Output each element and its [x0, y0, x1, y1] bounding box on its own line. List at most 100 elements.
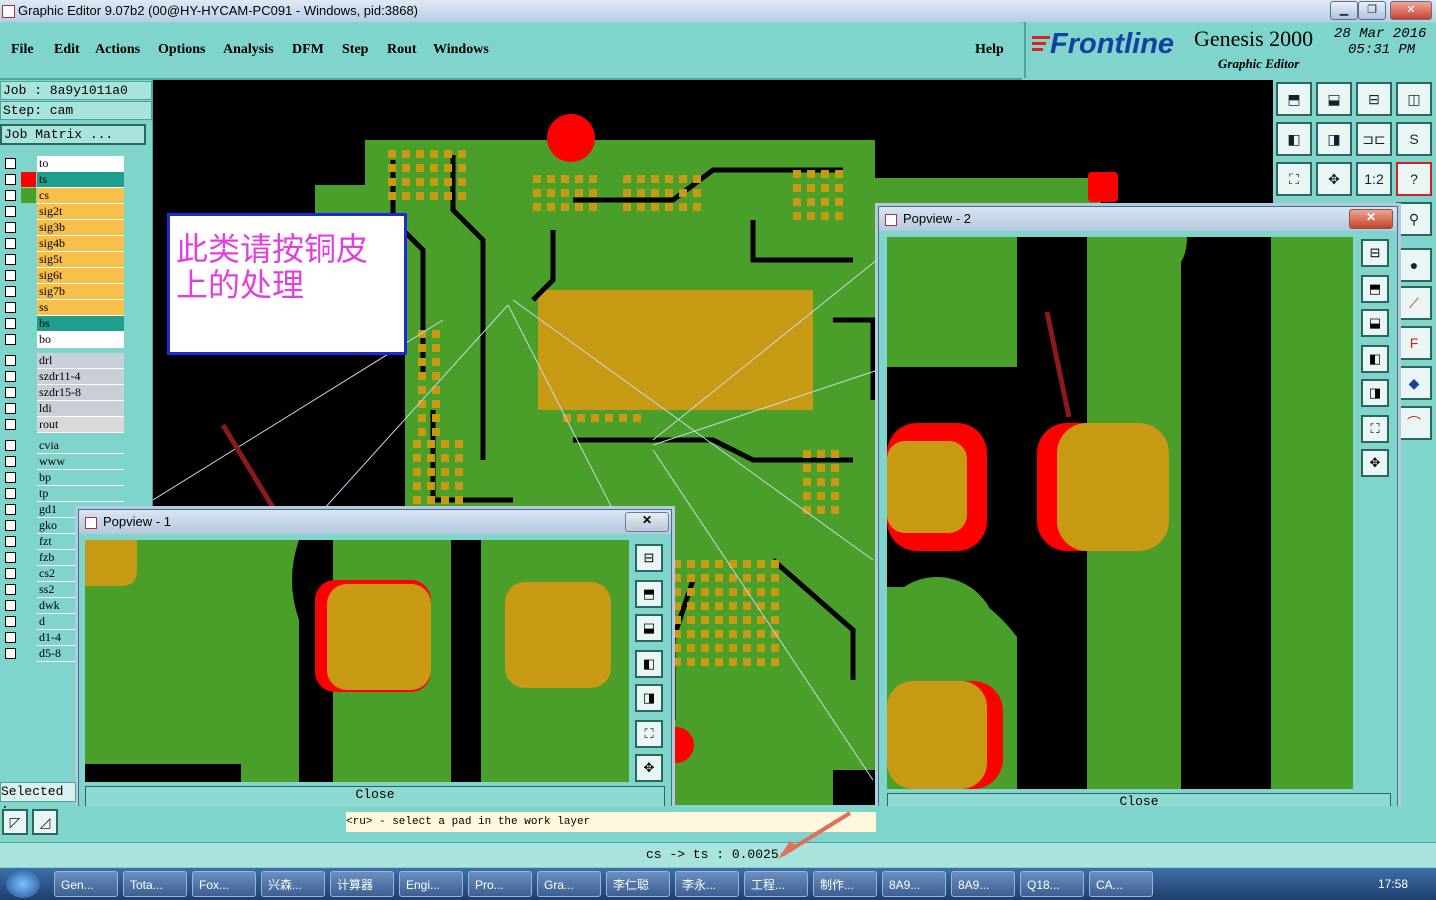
taskbar-item[interactable]: 8A9...	[951, 871, 1015, 897]
layer-checkbox[interactable]	[5, 206, 16, 217]
layer-color-swatch[interactable]	[21, 300, 36, 315]
layer-checkbox[interactable]	[5, 318, 16, 329]
layer-row-to[interactable]: to	[4, 156, 144, 172]
layer-color-swatch[interactable]	[21, 188, 36, 203]
layer-color-swatch[interactable]	[21, 156, 36, 171]
layer-row-sig7b[interactable]: sig7b	[4, 284, 144, 300]
layer-checkbox[interactable]	[5, 355, 16, 366]
pan-left-button[interactable]: ◧	[1276, 122, 1312, 156]
graph-tool-button[interactable]: ⚲	[1396, 202, 1432, 236]
layer-color-swatch[interactable]	[21, 454, 36, 469]
menu-options[interactable]: Options	[158, 42, 205, 58]
layer-checkbox[interactable]	[5, 472, 16, 483]
job-matrix-button[interactable]: Job Matrix ...	[0, 124, 146, 145]
popview-1-tool-1[interactable]: ⊟	[635, 544, 663, 572]
taskbar-item[interactable]: Q18...	[1020, 871, 1084, 897]
layer-color-swatch[interactable]	[21, 236, 36, 251]
layer-checkbox[interactable]	[5, 600, 16, 611]
pad-tool-button[interactable]: ●	[1396, 248, 1432, 282]
mirror-button[interactable]: ⊐⊏	[1356, 122, 1392, 156]
taskbar-item[interactable]: 兴森...	[261, 871, 325, 897]
layer-color-swatch[interactable]	[21, 582, 36, 597]
popview-1-tool-7[interactable]: ✥	[635, 754, 663, 782]
layer-color-swatch[interactable]	[21, 438, 36, 453]
layer-checkbox[interactable]	[5, 456, 16, 467]
layer-color-swatch[interactable]	[21, 204, 36, 219]
taskbar-item[interactable]: Fox...	[192, 871, 256, 897]
layer-checkbox[interactable]	[5, 286, 16, 297]
layer-row-ss[interactable]: ss	[4, 300, 144, 316]
menu-dfm[interactable]: DFM	[292, 42, 324, 58]
layer-name[interactable]: cs	[37, 188, 124, 204]
layer-color-swatch[interactable]	[21, 550, 36, 565]
layer-checkbox[interactable]	[5, 520, 16, 531]
layer-row-tp[interactable]: tp	[4, 486, 144, 502]
layer-checkbox[interactable]	[5, 270, 16, 281]
maximize-button[interactable]: ❐	[1358, 1, 1386, 20]
menu-edit[interactable]: Edit	[54, 42, 80, 58]
taskbar-item[interactable]: 制作...	[813, 871, 877, 897]
layer-checkbox[interactable]	[5, 648, 16, 659]
layer-row-bs[interactable]: bs	[4, 316, 144, 332]
layer-color-swatch[interactable]	[21, 518, 36, 533]
layer-name[interactable]: sig4b	[37, 236, 124, 252]
layer-color-swatch[interactable]	[21, 353, 36, 368]
taskbar-item[interactable]: 李仁聪	[606, 871, 670, 897]
layer-row-www[interactable]: www	[4, 454, 144, 470]
layer-name[interactable]: rout	[37, 417, 124, 433]
layer-color-swatch[interactable]	[21, 369, 36, 384]
layer-row-sig2t[interactable]: sig2t	[4, 204, 144, 220]
layer-color-swatch[interactable]	[21, 385, 36, 400]
menu-actions[interactable]: Actions	[95, 42, 140, 58]
layer-color-swatch[interactable]	[21, 470, 36, 485]
layer-checkbox[interactable]	[5, 222, 16, 233]
layer-color-swatch[interactable]	[21, 172, 36, 187]
taskbar-item[interactable]: Gen...	[54, 871, 118, 897]
popview-2-tool-3[interactable]: ⬓	[1361, 309, 1389, 337]
taskbar-item[interactable]: 工程...	[744, 871, 808, 897]
close-window-button[interactable]: ✕	[1390, 1, 1432, 20]
menu-step[interactable]: Step	[342, 42, 368, 58]
layer-checkbox[interactable]	[5, 504, 16, 515]
layer-row-bp[interactable]: bp	[4, 470, 144, 486]
layer-name[interactable]: sig7b	[37, 284, 124, 300]
layer-row-szdr15-8[interactable]: szdr15-8	[4, 385, 144, 401]
minimize-button[interactable]: ▁	[1330, 1, 1358, 20]
pan-right-button[interactable]: ◨	[1316, 122, 1352, 156]
snap-button[interactable]: S	[1396, 122, 1432, 156]
layer-name[interactable]: bo	[37, 332, 124, 348]
arc-tool-button[interactable]: ⌒	[1396, 406, 1432, 440]
layer-color-swatch[interactable]	[21, 284, 36, 299]
layer-name[interactable]: bs	[37, 316, 124, 332]
layer-name[interactable]: szdr11-4	[37, 369, 124, 385]
layer-row-ts[interactable]: ts	[4, 172, 144, 188]
layer-checkbox[interactable]	[5, 190, 16, 201]
popview-1-tool-2[interactable]: ⬒	[635, 580, 663, 608]
layer-color-swatch[interactable]	[21, 316, 36, 331]
layer-row-cvia[interactable]: cvia	[4, 438, 144, 454]
layer-name[interactable]: drl	[37, 353, 124, 369]
popview-2-close-icon[interactable]: ✕	[1349, 209, 1393, 229]
popview-2-tool-6[interactable]: ⛶	[1361, 415, 1389, 443]
layer-color-swatch[interactable]	[21, 646, 36, 661]
popview-2-tool-5[interactable]: ◨	[1361, 379, 1389, 407]
layer-row-sig5t[interactable]: sig5t	[4, 252, 144, 268]
layer-row-sig6t[interactable]: sig6t	[4, 268, 144, 284]
menu-file[interactable]: File	[11, 42, 34, 58]
popview-2-tool-4[interactable]: ◧	[1361, 345, 1389, 373]
layer-color-swatch[interactable]	[21, 630, 36, 645]
layer-checkbox[interactable]	[5, 616, 16, 627]
menu-rout[interactable]: Rout	[387, 42, 417, 58]
layer-row-sig4b[interactable]: sig4b	[4, 236, 144, 252]
taskbar-item[interactable]: 计算器	[330, 871, 394, 897]
zoom-window-button[interactable]: ◫	[1396, 82, 1432, 116]
layer-checkbox[interactable]	[5, 254, 16, 265]
layer-name[interactable]: sig5t	[37, 252, 124, 268]
layer-checkbox[interactable]	[5, 488, 16, 499]
layer-row-cs[interactable]: cs	[4, 188, 144, 204]
layer-name[interactable]: www	[37, 454, 124, 470]
menu-windows[interactable]: Windows	[433, 42, 489, 58]
layer-checkbox[interactable]	[5, 632, 16, 643]
layer-checkbox[interactable]	[5, 552, 16, 563]
popview-1-close-icon[interactable]: ✕	[625, 512, 669, 532]
